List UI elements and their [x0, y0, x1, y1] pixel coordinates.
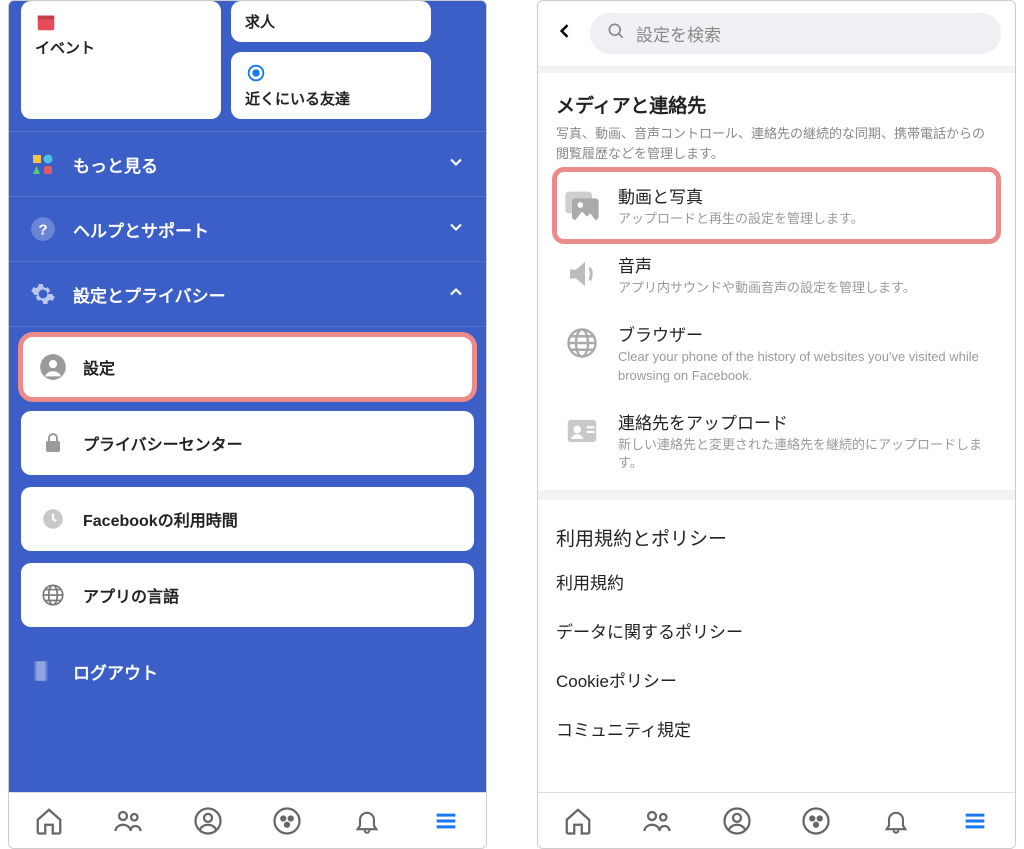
see-more-label: もっと見る — [73, 152, 158, 177]
door-icon — [29, 657, 57, 685]
terms-policy-section: 利用規約とポリシー 利用規約 データに関するポリシー Cookieポリシー コミ… — [538, 490, 1015, 753]
nav-notifications[interactable] — [347, 801, 387, 841]
settings-scroll: メディアと連絡先 写真、動画、音声コントロール、連絡先の継続的な同期、携帯電話か… — [538, 67, 1015, 792]
upload-contacts-title: 連絡先をアップロード — [618, 409, 993, 434]
jobs-card[interactable]: 求人 — [231, 1, 431, 42]
nav-profile[interactable] — [717, 801, 757, 841]
chevron-up-icon — [446, 282, 466, 307]
nav-groups[interactable] — [796, 801, 836, 841]
browser-sub: Clear your phone of the history of websi… — [618, 348, 993, 384]
shapes-icon — [29, 150, 57, 178]
browser-row[interactable]: ブラウザー Clear your phone of the history of… — [556, 309, 997, 396]
audio-sub: アプリ内サウンドや動画音声の設定を管理します。 — [618, 279, 993, 297]
video-photo-row[interactable]: 動画と写真 アップロードと再生の設定を管理します。 — [556, 171, 997, 240]
video-photo-title: 動画と写真 — [618, 183, 993, 208]
bottom-nav — [538, 792, 1015, 848]
shortcut-cards: イベント 求人 近くにいる友達 — [9, 1, 486, 131]
app-language-card[interactable]: アプリの言語 — [21, 563, 474, 627]
left-menu-scroll: イベント 求人 近くにいる友達 もっと見る — [9, 1, 486, 792]
search-header: 設定を検索 — [538, 1, 1015, 67]
search-placeholder: 設定を検索 — [636, 21, 721, 46]
see-more-row[interactable]: もっと見る — [9, 131, 486, 197]
media-section-title: メディアと連絡先 — [556, 91, 997, 118]
nav-menu[interactable] — [955, 801, 995, 841]
nav-menu[interactable] — [426, 801, 466, 841]
search-icon — [606, 21, 626, 46]
upload-contacts-sub: 新しい連絡先と変更された連絡先を継続的にアップロードします。 — [618, 436, 993, 472]
privacy-center-card[interactable]: プライバシーセンター — [21, 411, 474, 475]
contact-card-icon — [560, 409, 604, 453]
help-label: ヘルプとサポート — [73, 217, 209, 242]
event-label: イベント — [35, 37, 207, 58]
jobs-label: 求人 — [245, 11, 417, 32]
nav-groups[interactable] — [267, 801, 307, 841]
back-button[interactable] — [552, 21, 578, 47]
chevron-down-icon — [446, 152, 466, 177]
help-support-row[interactable]: ? ヘルプとサポート — [9, 197, 486, 262]
audio-row[interactable]: 音声 アプリ内サウンドや動画音声の設定を管理します。 — [556, 240, 997, 309]
audio-title: 音声 — [618, 252, 993, 277]
calendar-icon — [35, 11, 57, 33]
help-icon: ? — [29, 215, 57, 243]
upload-contacts-row[interactable]: 連絡先をアップロード 新しい連絡先と変更された連絡先を継続的にアップロードします… — [556, 397, 997, 484]
target-icon — [245, 62, 267, 84]
search-input[interactable]: 設定を検索 — [590, 13, 1001, 54]
globe-icon — [39, 581, 67, 609]
policy-section-title: 利用規約とポリシー — [556, 510, 997, 557]
left-screenshot: イベント 求人 近くにいる友達 もっと見る — [8, 0, 487, 849]
lock-icon — [39, 429, 67, 457]
cookie-policy-link[interactable]: Cookieポリシー — [556, 655, 997, 704]
nav-profile[interactable] — [188, 801, 228, 841]
nav-friends[interactable] — [108, 801, 148, 841]
logout-row[interactable]: ログアウト — [9, 641, 486, 695]
app-language-label: アプリの言語 — [83, 583, 179, 607]
nav-notifications[interactable] — [876, 801, 916, 841]
logout-label: ログアウト — [73, 659, 158, 684]
gear-icon — [29, 280, 57, 308]
settings-card[interactable]: 設定 — [21, 335, 474, 399]
settings-privacy-expanded: 設定 プライバシーセンター Facebookの利用時間 アプリの言語 — [9, 327, 486, 641]
settings-label: 設定 — [83, 355, 115, 379]
nav-home[interactable] — [558, 801, 598, 841]
chevron-down-icon — [446, 217, 466, 242]
community-standards-link[interactable]: コミュニティ規定 — [556, 704, 997, 753]
time-on-facebook-card[interactable]: Facebookの利用時間 — [21, 487, 474, 551]
globe-icon — [560, 321, 604, 365]
bottom-nav — [9, 792, 486, 848]
privacy-center-label: プライバシーセンター — [83, 431, 243, 455]
terms-link[interactable]: 利用規約 — [556, 557, 997, 606]
nearby-label: 近くにいる友達 — [245, 88, 417, 109]
user-circle-icon — [39, 353, 67, 381]
media-contacts-section: メディアと連絡先 写真、動画、音声コントロール、連絡先の継続的な同期、携帯電話か… — [538, 67, 1015, 490]
clock-icon — [39, 505, 67, 533]
nav-home[interactable] — [29, 801, 69, 841]
speaker-icon — [560, 252, 604, 296]
photo-icon — [560, 183, 604, 227]
settings-privacy-label: 設定とプライバシー — [73, 282, 226, 307]
nav-friends[interactable] — [637, 801, 677, 841]
time-label: Facebookの利用時間 — [83, 507, 238, 531]
settings-privacy-row[interactable]: 設定とプライバシー — [9, 262, 486, 327]
browser-title: ブラウザー — [618, 321, 993, 346]
right-screenshot: 設定を検索 メディアと連絡先 写真、動画、音声コントロール、連絡先の継続的な同期… — [537, 0, 1016, 849]
svg-text:?: ? — [38, 221, 47, 238]
video-photo-sub: アップロードと再生の設定を管理します。 — [618, 210, 993, 228]
media-section-desc: 写真、動画、音声コントロール、連絡先の継続的な同期、携帯電話からの閲覧履歴などを… — [556, 124, 997, 163]
event-card[interactable]: イベント — [21, 1, 221, 119]
data-policy-link[interactable]: データに関するポリシー — [556, 606, 997, 655]
nearby-friends-card[interactable]: 近くにいる友達 — [231, 52, 431, 119]
